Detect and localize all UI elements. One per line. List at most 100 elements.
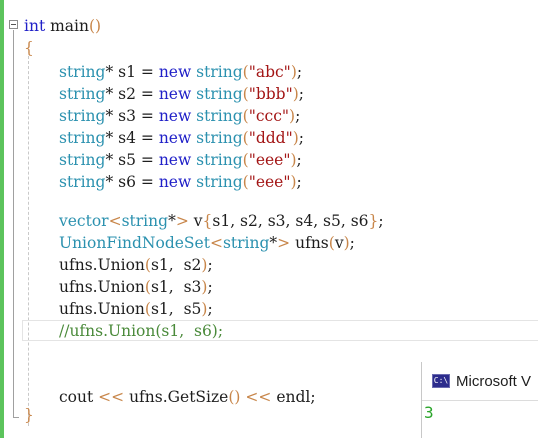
var-name: ufns	[290, 234, 329, 252]
decl-end: ;	[295, 107, 301, 125]
fold-guide-end	[13, 417, 19, 418]
decl-kw: new	[158, 151, 192, 169]
type-vector: vector	[59, 212, 109, 230]
decl-kw: new	[158, 107, 192, 125]
union-obj: ufns.Union	[59, 256, 145, 274]
endl: endl;	[271, 388, 316, 406]
union-args: s1, s5	[150, 300, 202, 318]
collapse-toggle-icon[interactable]	[9, 20, 18, 29]
change-indicator-bar	[0, 0, 4, 438]
code-line-decl: string* s4 = new string("ddd");	[59, 128, 304, 148]
code-line-union: ufns.Union(s1, s5);	[59, 299, 213, 319]
paren: ()	[228, 388, 241, 406]
code-line-cout: cout << ufns.GetSize() << endl;	[59, 387, 316, 407]
decl-type: string	[59, 151, 106, 169]
decl-ctor: string	[191, 85, 243, 103]
decl-type: string	[59, 129, 106, 147]
decl-ctor: string	[191, 151, 243, 169]
decl-var: * s1 =	[105, 63, 159, 81]
decl-str: "eee"	[248, 151, 291, 169]
code-line-close: }	[24, 405, 34, 425]
close-brace: }	[24, 406, 34, 424]
console-window[interactable]: C:\ Microsoft V 3	[421, 362, 538, 439]
console-output: 3	[422, 401, 538, 439]
decl-str: "ddd"	[248, 129, 293, 147]
code-line-decl: string* s3 = new string("ccc");	[59, 106, 300, 126]
pointer-star: *	[269, 234, 278, 252]
decl-var: * s5 =	[105, 151, 159, 169]
decl-var: * s2 =	[105, 85, 159, 103]
union-end: ;	[207, 256, 213, 274]
semicolon: ;	[378, 212, 384, 230]
console-app-icon: C:\	[432, 374, 450, 388]
var-name: v	[188, 212, 203, 230]
code-line-comment: //ufns.Union(s1, s6);	[59, 322, 224, 340]
semicolon: ;	[349, 234, 355, 252]
decl-end: ;	[298, 85, 305, 103]
code-line-ufns: UnionFindNodeSet<string*> ufns(v);	[59, 233, 355, 253]
decl-type: string	[59, 107, 106, 125]
decl-type: string	[59, 173, 106, 191]
decl-kw: new	[158, 129, 192, 147]
function-name: main	[45, 17, 89, 35]
union-args: s1, s2	[150, 256, 202, 274]
init-list: s1, s2, s3, s4, s5, s6	[212, 212, 369, 230]
angle-close: >	[175, 212, 189, 230]
code-line-2: {	[24, 38, 34, 58]
decl-end: ;	[296, 173, 302, 191]
decl-end: ;	[298, 129, 305, 147]
union-end: ;	[207, 278, 213, 296]
console-titlebar[interactable]: C:\ Microsoft V	[422, 362, 538, 401]
pointer-star: *	[168, 212, 176, 230]
paren: ()	[88, 17, 102, 35]
stream-op: <<	[245, 388, 272, 406]
fold-guide-line	[13, 30, 14, 418]
angle-open: <	[209, 234, 223, 252]
method-call: ufns.GetSize	[124, 388, 229, 406]
decl-ctor: string	[191, 63, 243, 81]
code-line-1: int main()	[24, 16, 101, 36]
code-line-decl: string* s5 = new string("eee");	[59, 150, 302, 170]
decl-end: ;	[296, 151, 302, 169]
brace-open: {	[202, 212, 213, 230]
console-title: Microsoft V	[456, 372, 532, 390]
code-line-union: ufns.Union(s1, s2);	[59, 255, 213, 275]
decl-var: * s4 =	[105, 129, 159, 147]
union-end: ;	[207, 300, 213, 318]
decl-str: "abc"	[248, 63, 291, 81]
decl-str: "eee"	[248, 173, 291, 191]
code-line-vector: vector<string*> v{s1, s2, s3, s4, s5, s6…	[59, 211, 384, 231]
code-line-decl: string* s1 = new string("abc");	[59, 62, 302, 82]
decl-ctor: string	[191, 173, 243, 191]
decl-var: * s3 =	[105, 107, 159, 125]
stream-op: <<	[98, 388, 125, 406]
decl-str: "bbb"	[248, 85, 293, 103]
angle-close: >	[277, 234, 291, 252]
union-obj: ufns.Union	[59, 278, 145, 296]
type-unionfind: UnionFindNodeSet	[59, 234, 210, 252]
code-line-decl: string* s2 = new string("bbb");	[59, 84, 304, 104]
decl-type: string	[59, 63, 106, 81]
decl-ctor: string	[191, 107, 243, 125]
decl-type: string	[59, 85, 106, 103]
open-brace: {	[24, 39, 34, 57]
decl-var: * s6 =	[105, 173, 159, 191]
arg: v	[334, 234, 344, 252]
decl-ctor: string	[191, 129, 243, 147]
brace-close: }	[368, 212, 379, 230]
union-args: s1, s3	[150, 278, 202, 296]
angle-open: <	[108, 212, 122, 230]
cout: cout	[59, 388, 99, 406]
decl-kw: new	[158, 85, 192, 103]
indent-guide	[28, 56, 29, 426]
keyword-int: int	[24, 17, 46, 35]
code-line-union: ufns.Union(s1, s3);	[59, 277, 213, 297]
decl-kw: new	[158, 63, 192, 81]
decl-end: ;	[296, 63, 303, 81]
type-string: string	[222, 234, 270, 252]
type-string: string	[121, 212, 169, 230]
union-obj: ufns.Union	[59, 300, 145, 318]
code-line-decl: string* s6 = new string("eee");	[59, 172, 302, 192]
decl-kw: new	[158, 173, 192, 191]
decl-str: "ccc"	[248, 107, 290, 125]
